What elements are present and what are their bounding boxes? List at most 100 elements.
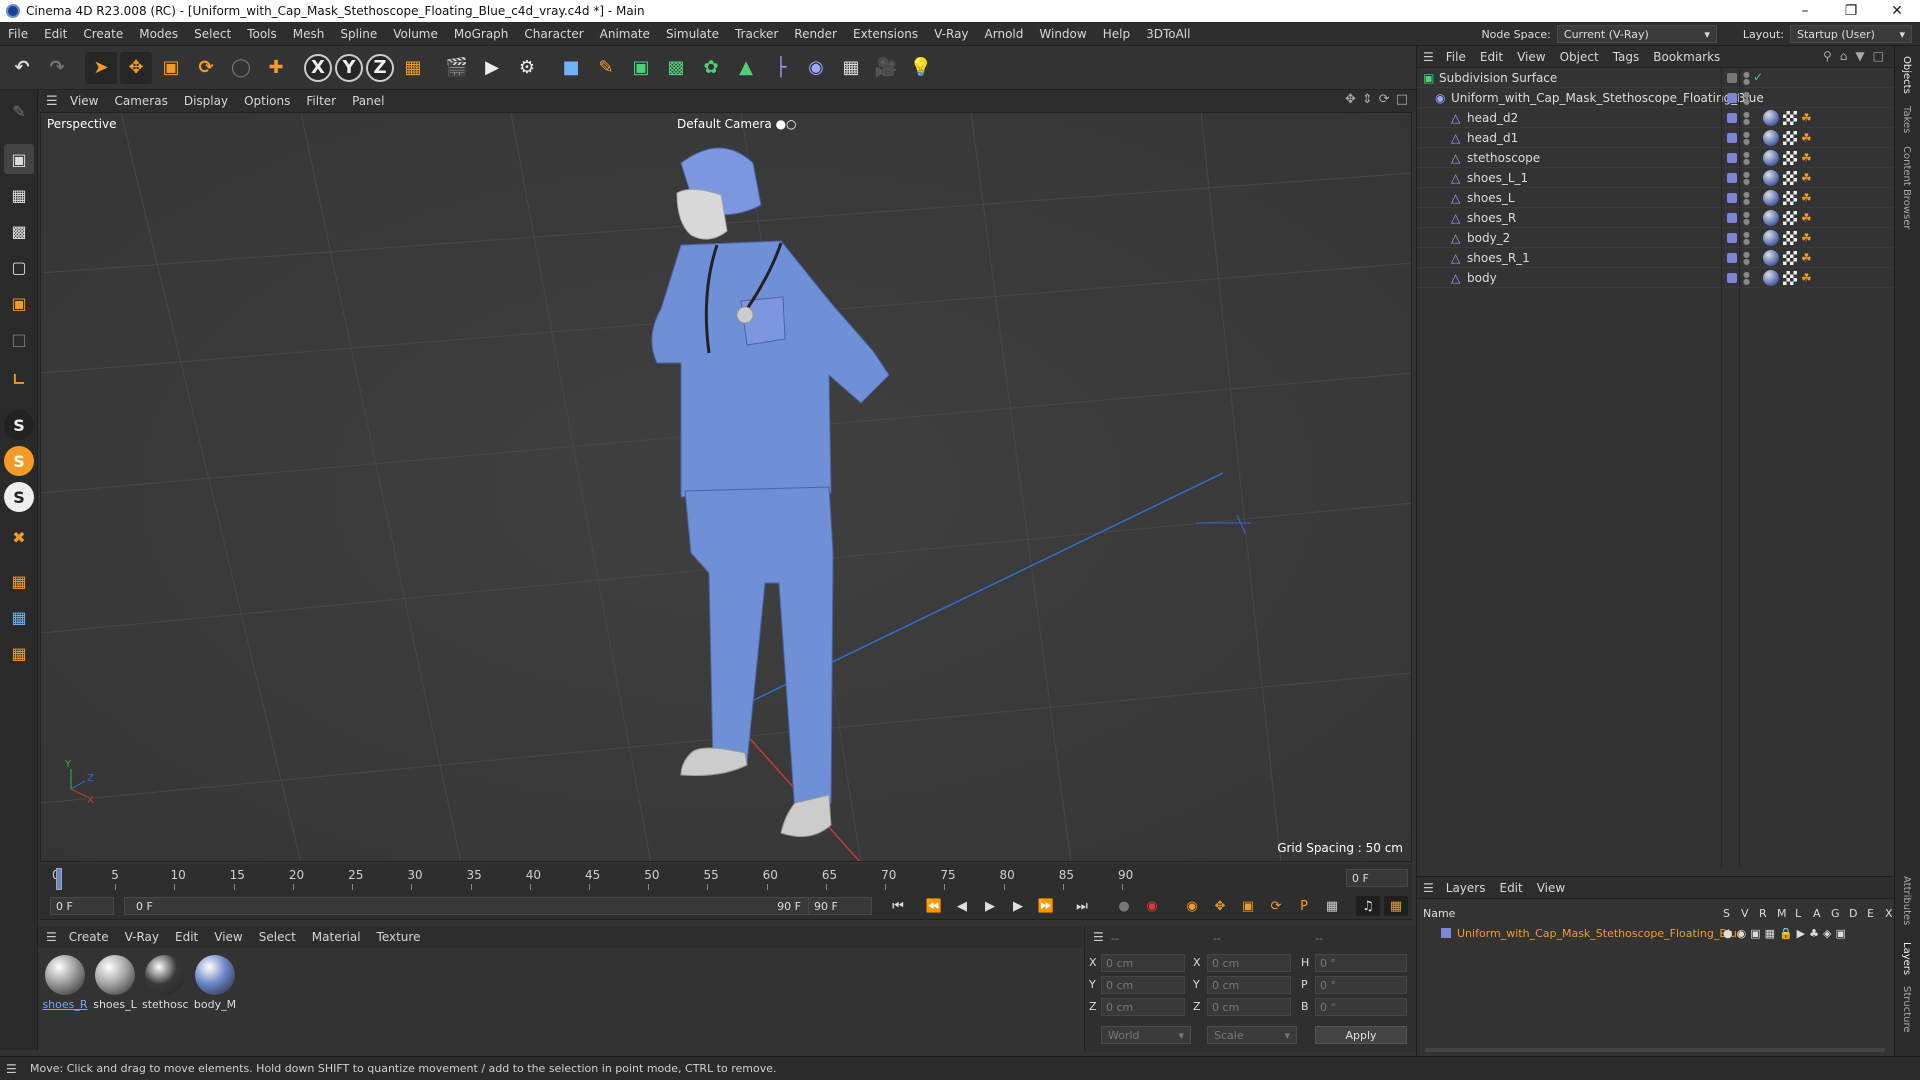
menu-mograph[interactable]: MoGraph	[446, 27, 517, 41]
grid-icon[interactable]: ▦	[4, 566, 34, 596]
snap-mode-icon[interactable]: S	[4, 482, 34, 512]
texture-tag-icon[interactable]	[1783, 191, 1797, 205]
object-row[interactable]: △ head_d1 ● ● ☘	[1417, 128, 1895, 148]
material-menu-view[interactable]: View	[214, 930, 242, 944]
material-tag-icon[interactable]	[1763, 110, 1779, 126]
object-menu-view[interactable]: View	[1517, 50, 1545, 64]
edges-mode-icon[interactable]: ▢	[4, 252, 34, 282]
object-row[interactable]: ◉ Uniform_with_Cap_Mask_Stethoscope_Float…	[1417, 88, 1895, 108]
go-to-end-icon[interactable]: ⏭	[1070, 896, 1094, 916]
mograph-fracture-icon[interactable]: ▲	[730, 52, 762, 84]
previous-frame-icon[interactable]: ◀	[950, 896, 974, 916]
perspective-viewport[interactable]: Y X Z Perspective Default Camera ●○ Grid…	[40, 112, 1412, 862]
texture-tag-icon[interactable]	[1783, 231, 1797, 245]
visibility-toggle-icon[interactable]: ● ●	[1743, 251, 1750, 266]
layer-color-icon[interactable]	[1727, 233, 1737, 243]
object-menu-object[interactable]: Object	[1560, 50, 1599, 64]
coordinate-mode-select[interactable]: World ▾	[1101, 1026, 1191, 1044]
material-menu-edit[interactable]: Edit	[175, 930, 198, 944]
visibility-toggle-icon[interactable]: ● ●	[1743, 211, 1750, 226]
transform-tool-icon[interactable]: ✚	[260, 52, 292, 84]
material-menu-material[interactable]: Material	[312, 930, 361, 944]
menu-spline[interactable]: Spline	[332, 27, 385, 41]
material-tag-icon[interactable]	[1763, 130, 1779, 146]
undo-icon[interactable]: ↶	[6, 52, 38, 84]
make-editable-icon[interactable]: ✎	[4, 96, 34, 126]
position-field[interactable]: 0 cm	[1101, 954, 1185, 972]
filter-icon[interactable]: ▼	[1855, 49, 1864, 63]
visibility-toggle-icon[interactable]: ● ●	[1743, 131, 1750, 146]
object-row[interactable]: △ head_d2 ● ● ☘	[1417, 108, 1895, 128]
visibility-toggle-icon[interactable]: ● ●	[1743, 171, 1750, 186]
menu-mesh[interactable]: Mesh	[285, 27, 333, 41]
visibility-toggle-icon[interactable]: ● ●	[1743, 151, 1750, 166]
current-frame-field[interactable]: 0 F	[1346, 869, 1408, 887]
material-tag-icon[interactable]	[1763, 230, 1779, 246]
search-icon[interactable]: ⚲	[1823, 49, 1832, 63]
locked-workplane-icon[interactable]: ▦	[4, 638, 34, 668]
material-tag-icon[interactable]	[1763, 250, 1779, 266]
menu-file[interactable]: File	[0, 27, 36, 41]
live-selection-icon[interactable]: ◯	[225, 52, 257, 84]
playhead[interactable]	[56, 868, 62, 890]
viewport-menu-filter[interactable]: Filter	[306, 94, 336, 108]
end-frame-field[interactable]: 90 F	[808, 897, 872, 915]
pan-icon[interactable]: ✥	[1345, 92, 1356, 107]
render-view-icon[interactable]: ▶	[476, 52, 508, 84]
layer-color-icon[interactable]	[1727, 93, 1737, 103]
key-rotation-icon[interactable]: ⟳	[1264, 896, 1288, 916]
start-frame-field[interactable]: 0 F	[50, 897, 114, 915]
cube-primitive-icon[interactable]: ■	[555, 52, 587, 84]
tab-content-browser[interactable]: Content Browser	[1901, 146, 1912, 229]
layer-color-icon[interactable]	[1727, 193, 1737, 203]
menu-edit[interactable]: Edit	[36, 27, 75, 41]
extrude-generator-icon[interactable]: ▩	[660, 52, 692, 84]
material-swatch[interactable]: shoes_R	[42, 952, 88, 1012]
layer-color-icon[interactable]	[1727, 253, 1737, 263]
tab-structure[interactable]: Structure	[1901, 986, 1912, 1033]
menu-volume[interactable]: Volume	[385, 27, 446, 41]
viewport-menu-panel[interactable]: Panel	[352, 94, 384, 108]
tab-layers[interactable]: Layers	[1901, 942, 1912, 975]
layer-color-icon[interactable]	[1727, 113, 1737, 123]
visibility-toggle-icon[interactable]: ● ●	[1743, 191, 1750, 206]
keyframe-selection-icon[interactable]: ◉	[1180, 896, 1204, 916]
layer-color-icon[interactable]	[1727, 153, 1737, 163]
object-menu-file[interactable]: File	[1446, 50, 1466, 64]
phong-tag-icon[interactable]: ☘	[1801, 271, 1815, 285]
visibility-toggle-icon[interactable]: ● ●	[1743, 91, 1750, 106]
coordinate-system-icon[interactable]: ▦	[397, 52, 429, 84]
object-row[interactable]: △ body_2 ● ● ☘	[1417, 228, 1895, 248]
menu-arnold[interactable]: Arnold	[977, 27, 1032, 41]
key-parameter-icon[interactable]: P	[1292, 896, 1316, 916]
menu-extensions[interactable]: Extensions	[845, 27, 926, 41]
menu-help[interactable]: Help	[1095, 27, 1138, 41]
menu-animate[interactable]: Animate	[592, 27, 658, 41]
camera-label[interactable]: Default Camera ●○	[677, 117, 797, 131]
layer-color-icon[interactable]	[1727, 133, 1737, 143]
light-icon[interactable]: 💡	[905, 52, 937, 84]
cloner-icon[interactable]: ✿	[695, 52, 727, 84]
phong-tag-icon[interactable]: ☘	[1801, 111, 1815, 125]
viewport-menu-view[interactable]: View	[70, 94, 98, 108]
material-menu-texture[interactable]: Texture	[377, 930, 421, 944]
position-field[interactable]: 0 cm	[1101, 998, 1185, 1016]
workplane-icon[interactable]: ∟	[4, 364, 34, 394]
layer-menu-view[interactable]: View	[1537, 881, 1565, 895]
dolly-icon[interactable]: ⇕	[1362, 92, 1373, 107]
close-icon[interactable]: ✕	[1874, 0, 1920, 22]
scale-tool-icon[interactable]: ▣	[155, 52, 187, 84]
visibility-toggle-icon[interactable]: ● ●	[1743, 271, 1750, 286]
menu-modes[interactable]: Modes	[131, 27, 186, 41]
rotation-field[interactable]: 0 °	[1315, 998, 1407, 1016]
material-swatch[interactable]: shoes_L	[92, 952, 138, 1012]
rotate-tool-icon[interactable]: ⟳	[190, 52, 222, 84]
previous-key-icon[interactable]: ⏪	[922, 896, 946, 916]
material-swatch[interactable]: body_M	[192, 952, 238, 1012]
render-settings-icon[interactable]: ⚙	[511, 52, 543, 84]
polygons-mode-icon[interactable]: ▣	[4, 288, 34, 318]
record-keys-icon[interactable]: ●	[1112, 896, 1136, 916]
viewport-menu-cameras[interactable]: Cameras	[114, 94, 167, 108]
size-field[interactable]: 0 cm	[1207, 954, 1291, 972]
orbit-icon[interactable]: ⟳	[1379, 92, 1390, 107]
